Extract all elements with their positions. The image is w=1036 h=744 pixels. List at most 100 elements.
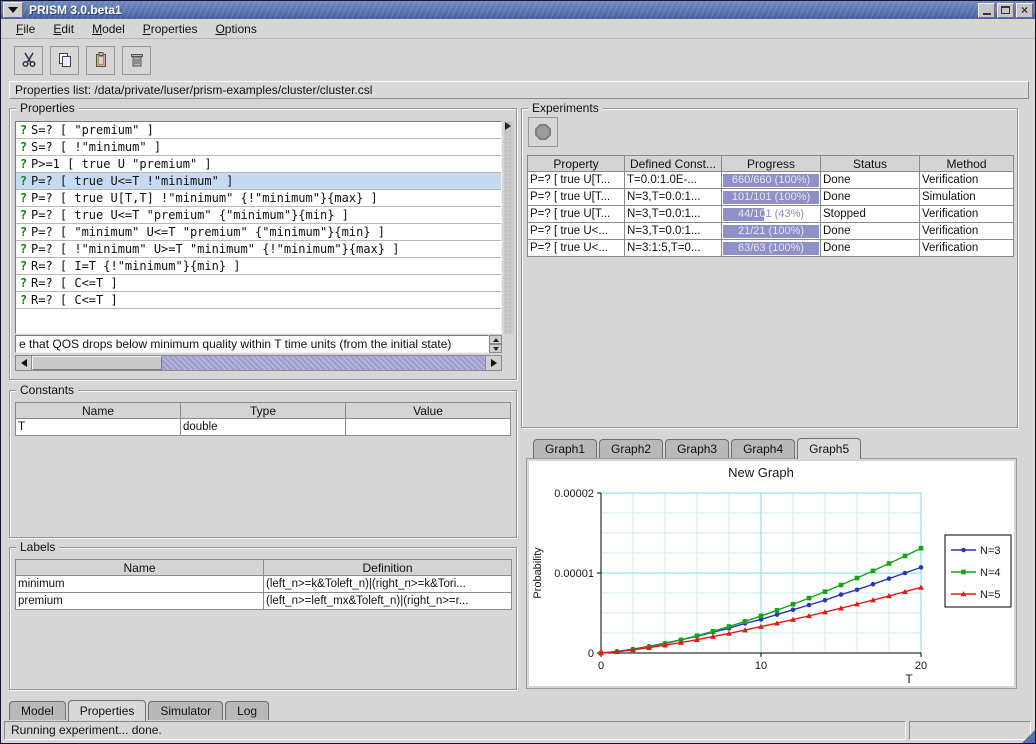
stop-experiment-button[interactable] [528, 117, 558, 147]
property-item[interactable]: ?P=? [ !"minimum" U>=T "minimum" {!"mini… [16, 241, 501, 258]
minimize-button[interactable] [978, 3, 995, 18]
constants-col-value[interactable]: Value [346, 403, 511, 419]
constants-col-name[interactable]: Name [16, 403, 181, 419]
label-definition-cell: (left_n>=k&Toleft_n)|(right_n>=k&Tori... [264, 576, 512, 593]
property-item[interactable]: ?P=? [ true U<=T !"minimum" ] [16, 173, 501, 190]
experiment-constants-cell: N=3:1:5,T=0... [625, 240, 722, 257]
constants-group: Constants Name Type Value T double [9, 390, 517, 538]
property-text: P>=1 [ true U "premium" ] [31, 157, 212, 171]
experiments-col-method[interactable]: Method [920, 156, 1014, 172]
properties-group-title: Properties [16, 101, 79, 115]
progress-bar: 44/101 (43%) 44/101 (43%) [723, 208, 819, 221]
spinner-up-button[interactable] [489, 335, 502, 344]
constants-col-type[interactable]: Type [181, 403, 346, 419]
property-item[interactable]: ?R=? [ C<=T ] [16, 292, 501, 309]
property-item[interactable]: ?P=? [ true U<=T "premium" {"minimum"}{m… [16, 207, 501, 224]
property-item[interactable]: ?P=? [ "minimum" U<=T "premium" {"minimu… [16, 224, 501, 241]
experiment-property-cell: P=? [ true U[T... [528, 172, 625, 189]
experiment-progress-cell: 63/63 (100%) 63/63 (100%) [722, 240, 821, 257]
scrollbar-thumb[interactable] [32, 356, 162, 370]
experiments-col-property[interactable]: Property [528, 156, 625, 172]
progress-bar: 660/660 (100%) 660/660 (100%) [723, 174, 819, 187]
cut-button[interactable] [14, 46, 43, 75]
property-query-icon: ? [16, 140, 31, 154]
menu-model[interactable]: Model [83, 20, 134, 38]
experiments-group-title: Experiments [528, 101, 603, 115]
experiment-status-cell: Done [821, 189, 920, 206]
experiments-col-constants[interactable]: Defined Const... [625, 156, 722, 172]
experiment-row[interactable]: P=? [ true U<... N=3,T=0.0:1... 21/21 (1… [528, 223, 1014, 240]
table-row[interactable]: premium (left_n>=left_mx&Toleft_n)|(righ… [16, 593, 512, 610]
scrollbar-track[interactable] [162, 356, 485, 370]
property-item[interactable]: ?S=? [ !"minimum" ] [16, 139, 501, 156]
svg-text:T: T [905, 672, 913, 685]
scroll-arrow-icon [505, 122, 511, 130]
table-row[interactable]: T double [16, 419, 511, 436]
tab-graph3[interactable]: Graph3 [665, 439, 729, 458]
maximize-button[interactable] [997, 3, 1014, 18]
window-menu-button[interactable] [3, 2, 23, 18]
experiment-property-cell: P=? [ true U<... [528, 240, 625, 257]
close-button[interactable]: × [1016, 3, 1033, 18]
experiment-method-cell: Verification [920, 172, 1014, 189]
tab-properties[interactable]: Properties [68, 700, 147, 721]
minimize-icon [983, 13, 991, 15]
scroll-left-button[interactable] [16, 356, 32, 370]
copy-button[interactable] [50, 46, 79, 75]
label-name-cell: premium [16, 593, 264, 610]
property-query-icon: ? [16, 174, 31, 188]
labels-col-definition[interactable]: Definition [264, 560, 512, 576]
scroll-right-button[interactable] [485, 356, 501, 370]
tab-graph4[interactable]: Graph4 [731, 439, 795, 458]
menu-edit[interactable]: Edit [44, 20, 83, 38]
experiment-row[interactable]: P=? [ true U[T... N=3,T=0.0:1... 44/101 … [528, 206, 1014, 223]
tab-simulator[interactable]: Simulator [148, 701, 223, 720]
label-definition-cell: (left_n>=left_mx&Toleft_n)|(right_n>=r..… [264, 593, 512, 610]
tab-graph1[interactable]: Graph1 [533, 439, 597, 458]
property-item[interactable]: ?R=? [ I=T {!"minimum"}{min} ] [16, 258, 501, 275]
experiment-row[interactable]: P=? [ true U[T... T=0.0:1.0E-... 660/660… [528, 172, 1014, 189]
status-bar-right [909, 721, 1031, 740]
tab-log[interactable]: Log [225, 701, 269, 720]
window-title: PRISM 3.0.beta1 [29, 3, 122, 17]
property-comment-field[interactable]: e that QOS drops below minimum quality w… [15, 335, 489, 353]
properties-horizontal-scrollbar[interactable] [15, 355, 502, 371]
experiment-row[interactable]: P=? [ true U<... N=3:1:5,T=0... 63/63 (1… [528, 240, 1014, 257]
experiment-progress-cell: 44/101 (43%) 44/101 (43%) [722, 206, 821, 223]
svg-text:0.00002: 0.00002 [554, 488, 594, 500]
delete-button[interactable] [122, 46, 151, 75]
property-item[interactable]: ?P>=1 [ true U "premium" ] [16, 156, 501, 173]
menu-options[interactable]: Options [206, 20, 265, 38]
label-name-cell: minimum [16, 576, 264, 593]
experiments-table: Property Defined Const... Progress Statu… [527, 155, 1014, 257]
property-text: R=? [ C<=T ] [31, 293, 118, 307]
property-query-icon: ? [16, 242, 31, 256]
toolbar [1, 40, 1035, 80]
experiment-property-cell: P=? [ true U[T... [528, 189, 625, 206]
experiment-row[interactable]: P=? [ true U[T... N=3,T=0.0:1... 101/101… [528, 189, 1014, 206]
property-item[interactable]: ?P=? [ true U[T,T] !"minimum" {!"minimum… [16, 190, 501, 207]
table-row[interactable]: minimum (left_n>=k&Toleft_n)|(right_n>=k… [16, 576, 512, 593]
menu-file[interactable]: File [7, 20, 44, 38]
menu-properties[interactable]: Properties [134, 20, 207, 38]
property-query-icon: ? [16, 157, 31, 171]
labels-col-name[interactable]: Name [16, 560, 264, 576]
property-item[interactable]: ?R=? [ C<=T ] [16, 275, 501, 292]
experiment-method-cell: Verification [920, 240, 1014, 257]
properties-vertical-scrollbar[interactable] [504, 121, 513, 334]
tab-graph2[interactable]: Graph2 [599, 439, 663, 458]
title-bar[interactable]: PRISM 3.0.beta1 × [1, 1, 1035, 19]
tab-model[interactable]: Model [9, 701, 66, 720]
paste-button[interactable] [86, 46, 115, 75]
experiments-col-progress[interactable]: Progress [722, 156, 821, 172]
close-icon: × [1021, 4, 1028, 16]
progress-text: 660/660 (100%) [723, 174, 819, 187]
svg-text:0: 0 [588, 648, 594, 660]
properties-group: Properties ?S=? [ "premium" ] ?S=? [ !"m… [9, 108, 517, 380]
spinner-down-button[interactable] [489, 344, 502, 353]
experiment-constants-cell: N=3,T=0.0:1... [625, 189, 722, 206]
property-item[interactable]: ?S=? [ "premium" ] [16, 122, 501, 139]
tab-graph5[interactable]: Graph5 [797, 438, 861, 459]
experiment-constants-cell: N=3,T=0.0:1... [625, 223, 722, 240]
experiments-col-status[interactable]: Status [821, 156, 920, 172]
